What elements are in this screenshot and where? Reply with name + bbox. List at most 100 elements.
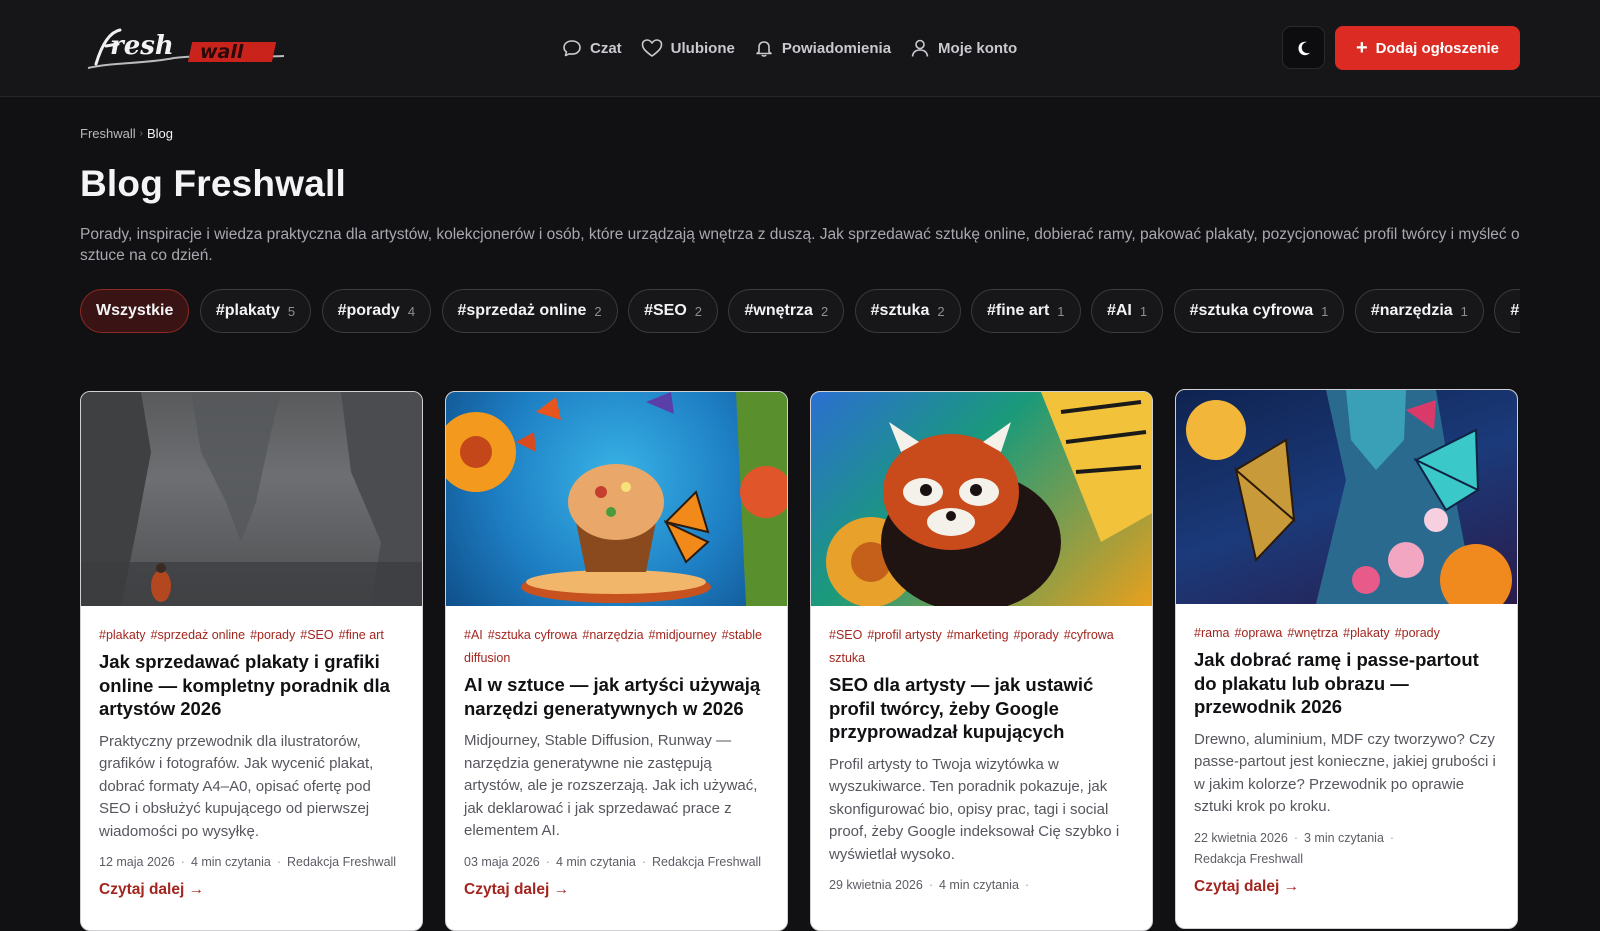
filter-chip[interactable]: #sztuka 2 bbox=[854, 289, 961, 333]
post-tag-link[interactable]: #sztuka cyfrowa bbox=[488, 628, 578, 642]
filter-label: #fine art bbox=[987, 302, 1050, 319]
read-more-link[interactable]: Czytaj dalej → bbox=[464, 881, 569, 899]
post-tag-link[interactable]: #porady bbox=[1395, 626, 1440, 640]
filter-all[interactable]: Wszystkie bbox=[80, 289, 190, 333]
blog-post-grid: #plakaty #sprzedaż online #porady #SEO #fine… bbox=[80, 389, 1520, 931]
theme-toggle-button[interactable] bbox=[1282, 26, 1325, 69]
post-tag-link[interactable]: #AI bbox=[464, 628, 483, 642]
nav-favorites[interactable]: Ulubione bbox=[641, 38, 735, 58]
filter-label: #AI bbox=[1106, 302, 1132, 319]
post-tag-link[interactable]: #profil artysty bbox=[867, 628, 941, 642]
page-lead: Porady, inspiracje i wiedza praktyczna d… bbox=[80, 226, 1520, 264]
breadcrumb-home-link[interactable]: Freshwall bbox=[80, 126, 136, 141]
filter-chip[interactable]: #SEO 2 bbox=[628, 289, 719, 333]
post-title[interactable]: SEO dla artysty — jak ustawić profil twó… bbox=[829, 673, 1134, 744]
post-tag-link[interactable]: #SEO bbox=[300, 628, 333, 642]
post-tag-link[interactable]: #rama bbox=[1194, 626, 1229, 640]
top-bar: resh wall Czat Ulubione Powiadomienia Mo… bbox=[0, 0, 1600, 97]
main-nav: Czat Ulubione Powiadomienia Moje konto bbox=[562, 36, 1036, 60]
nav-chat[interactable]: Czat bbox=[562, 38, 622, 58]
post-meta: 29 kwietnia 2026 · 4 min czytania · bbox=[829, 875, 1134, 896]
plus-icon: + bbox=[1355, 37, 1368, 59]
filter-label: #narzędzia bbox=[1370, 302, 1453, 319]
post-tags: #SEO #profil artysty #marketing #porady #cyf… bbox=[829, 624, 1134, 670]
filter-label: #wnętrza bbox=[744, 302, 813, 319]
woman-butterflies-illustration bbox=[1186, 390, 1512, 604]
filter-label: #plakaty bbox=[215, 302, 280, 319]
post-tags: #AI #sztuka cyfrowa #narzędzia #midjourney #… bbox=[464, 624, 769, 670]
filter-label: #sztuka cyfrowa bbox=[1189, 302, 1314, 319]
post-title[interactable]: Jak sprzedawać plakaty i grafiki online … bbox=[99, 650, 404, 721]
post-tag-link[interactable]: #porady bbox=[1014, 628, 1059, 642]
user-icon bbox=[911, 39, 929, 57]
add-listing-label: Dodaj ogłoszenie bbox=[1375, 39, 1500, 57]
read-more-link[interactable]: Czytaj dalej → bbox=[99, 881, 204, 899]
post-meta: 03 maja 2026 · 4 min czytania · Redakcja Fre… bbox=[464, 852, 769, 873]
filter-count: 1 bbox=[1139, 303, 1148, 319]
filter-chip[interactable]: #plakaty 5 bbox=[199, 289, 312, 333]
post-title[interactable]: Jak dobrać ramę i passe-partout do plaka… bbox=[1194, 648, 1499, 719]
filter-chip[interactable]: #porady 4 bbox=[321, 289, 432, 333]
filter-chip[interactable]: #wnętrza 2 bbox=[728, 289, 845, 333]
tag-filter-bar: Wszystkie #plakaty 5 #porady 4 #sprzedaż o… bbox=[80, 289, 1520, 335]
nav-notifications-label: Powiadomienia bbox=[781, 39, 892, 57]
post-tag-link[interactable]: #porady bbox=[250, 628, 295, 642]
blog-post-card[interactable]: #rama #oprawa #wnętrza #plakaty #porady Jak … bbox=[1175, 389, 1518, 929]
filter-chip[interactable]: #fine art 1 bbox=[971, 289, 1081, 333]
post-date: 12 maja 2026 bbox=[99, 855, 175, 869]
bell-icon bbox=[756, 41, 772, 57]
post-tag-link[interactable]: #narzędzia bbox=[582, 628, 643, 642]
freshwall-logo[interactable]: resh wall bbox=[84, 24, 290, 76]
add-listing-button[interactable]: + Dodaj ogłoszenie bbox=[1335, 26, 1520, 70]
meta-separator: · bbox=[1389, 830, 1395, 845]
post-cover-image bbox=[81, 392, 422, 606]
post-tags: #rama #oprawa #wnętrza #plakaty #porady bbox=[1194, 622, 1499, 645]
post-tags: #plakaty #sprzedaż online #porady #SEO #fine… bbox=[99, 624, 404, 647]
filter-chip[interactable]: #AI 1 bbox=[1090, 289, 1164, 333]
post-tag-link[interactable]: #wnętrza bbox=[1287, 626, 1338, 640]
filter-chip[interactable]: #sprzedaż online 2 bbox=[441, 289, 618, 333]
post-cover-image bbox=[446, 392, 787, 606]
filter-chip[interactable]: #sztuka cyfrowa 1 bbox=[1173, 289, 1345, 333]
post-cover-image bbox=[1176, 390, 1517, 604]
filter-count: 2 bbox=[937, 303, 945, 319]
post-tag-link[interactable]: #sprzedaż online bbox=[151, 628, 246, 642]
svg-text:wall: wall bbox=[200, 41, 244, 63]
post-tag-link[interactable]: #oprawa bbox=[1234, 626, 1282, 640]
post-title[interactable]: AI w sztuce — jak artyści używają narzęd… bbox=[464, 673, 769, 720]
filter-count: 2 bbox=[594, 303, 602, 319]
post-tag-link[interactable]: #plakaty bbox=[1343, 626, 1390, 640]
filter-label: #porady bbox=[337, 302, 400, 319]
post-tag-link[interactable]: #plakaty bbox=[99, 628, 146, 642]
filter-count: 5 bbox=[287, 303, 296, 319]
post-excerpt: Praktyczny przewodnik dla ilustratorów, … bbox=[99, 732, 374, 840]
blog-post-card[interactable]: #AI #sztuka cyfrowa #narzędzia #midjourney #… bbox=[445, 391, 788, 931]
post-tag-link[interactable]: #SEO bbox=[829, 628, 862, 642]
post-tag-link[interactable]: #fine art bbox=[339, 628, 384, 642]
filter-chip[interactable]: #midjourney1 bbox=[1494, 289, 1520, 333]
filter-label: #sztuka bbox=[870, 302, 930, 319]
filter-label: #SEO bbox=[644, 302, 687, 319]
nav-account[interactable]: Moje konto bbox=[910, 38, 1017, 58]
page-title: Blog Freshwall bbox=[80, 163, 346, 204]
post-date: 29 kwietnia 2026 bbox=[829, 878, 923, 892]
filter-chip[interactable]: #narzędzia 1 bbox=[1354, 289, 1484, 333]
moon-icon bbox=[1297, 41, 1310, 55]
post-tag-link[interactable]: #marketing bbox=[947, 628, 1009, 642]
filter-count: 4 bbox=[407, 303, 416, 319]
meta-separator: · bbox=[641, 854, 647, 869]
meta-separator: · bbox=[180, 855, 185, 869]
post-read-time: 4 min czytania bbox=[555, 854, 636, 869]
read-more-link[interactable]: Czytaj dalej → bbox=[1194, 878, 1299, 896]
nav-favorites-label: Ulubione bbox=[670, 39, 735, 57]
red-panda-illustration bbox=[826, 392, 1152, 606]
post-excerpt: Drewno, aluminium, MDF czy tworzywo? Czy… bbox=[1194, 730, 1496, 816]
post-excerpt: Midjourney, Stable Diffusion, Runway — n… bbox=[464, 732, 758, 839]
filter-count: 2 bbox=[820, 303, 829, 319]
cupcake-butterflies-illustration bbox=[446, 392, 787, 606]
post-tag-link[interactable]: #midjourney bbox=[649, 628, 717, 642]
blog-post-card[interactable]: #SEO #profil artysty #marketing #porady #cyf… bbox=[810, 391, 1153, 931]
nav-notifications[interactable]: Powiadomienia bbox=[754, 38, 891, 58]
breadcrumb-separator-icon: › bbox=[139, 128, 143, 139]
blog-post-card[interactable]: #plakaty #sprzedaż online #porady #SEO #fine… bbox=[80, 391, 423, 931]
